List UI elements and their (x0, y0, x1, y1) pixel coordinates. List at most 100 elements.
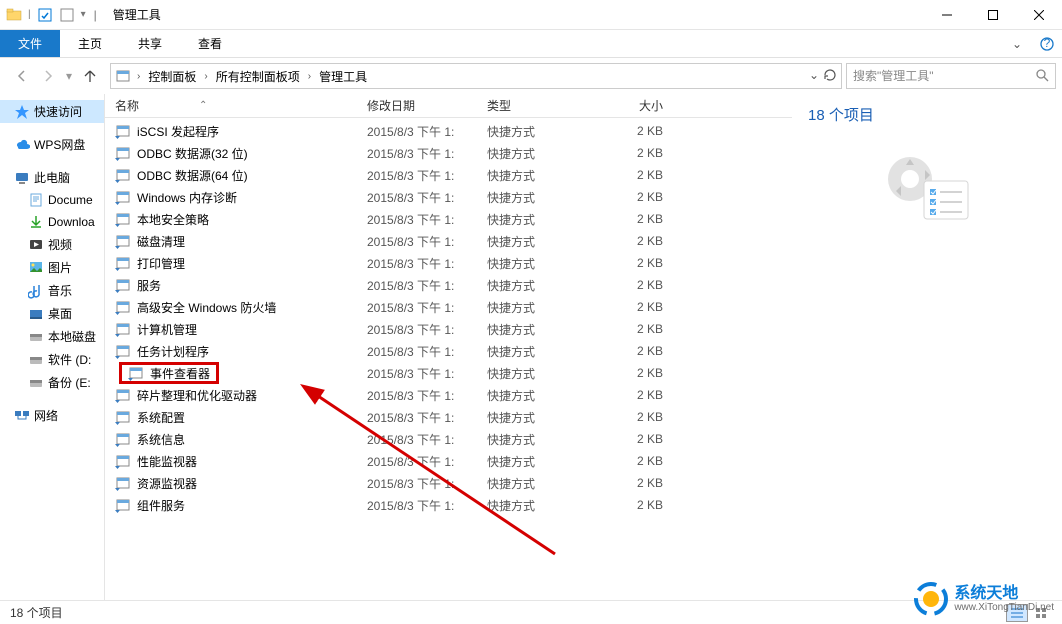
shortcut-icon (115, 145, 131, 161)
sidebar-item-label: 软件 (D: (48, 351, 91, 368)
address-bar[interactable]: › 控制面板 › 所有控制面板项 › 管理工具 ⌄ (110, 63, 842, 89)
file-row[interactable]: 任务计划程序2015/8/3 下午 1:快捷方式2 KB (105, 340, 792, 362)
file-row[interactable]: 组件服务2015/8/3 下午 1:快捷方式2 KB (105, 494, 792, 516)
file-row[interactable]: 计算机管理2015/8/3 下午 1:快捷方式2 KB (105, 318, 792, 340)
file-date: 2015/8/3 下午 1: (363, 343, 483, 360)
search-icon[interactable] (1035, 68, 1049, 85)
sidebar-item-label: Downloa (48, 215, 95, 229)
window-title: 管理工具 (113, 6, 161, 23)
file-type: 快捷方式 (483, 211, 603, 228)
sidebar-network[interactable]: 网络 (0, 404, 104, 427)
file-row[interactable]: 磁盘清理2015/8/3 下午 1:快捷方式2 KB (105, 230, 792, 252)
file-row[interactable]: 系统配置2015/8/3 下午 1:快捷方式2 KB (105, 406, 792, 428)
crumb-sep-icon[interactable]: › (202, 71, 209, 82)
file-size: 2 KB (603, 454, 673, 468)
network-icon (14, 408, 30, 424)
ribbon-file-tab[interactable]: 文件 (0, 30, 60, 57)
file-date: 2015/8/3 下午 1: (363, 387, 483, 404)
folder-icon (28, 214, 44, 230)
file-row[interactable]: 打印管理2015/8/3 下午 1:快捷方式2 KB (105, 252, 792, 274)
file-row[interactable]: 高级安全 Windows 防火墙2015/8/3 下午 1:快捷方式2 KB (105, 296, 792, 318)
file-date: 2015/8/3 下午 1: (363, 145, 483, 162)
crumb-1[interactable]: 所有控制面板项 (214, 68, 302, 85)
column-header-date[interactable]: 修改日期 (363, 97, 483, 114)
sidebar-item-label: 音乐 (48, 282, 72, 299)
sidebar-this-pc[interactable]: 此电脑 (0, 166, 104, 189)
address-refresh-icon[interactable] (823, 68, 837, 85)
qat-dropdown-icon[interactable] (59, 7, 75, 23)
file-row[interactable]: ODBC 数据源(64 位)2015/8/3 下午 1:快捷方式2 KB (105, 164, 792, 186)
detail-graphic-icon (882, 145, 972, 225)
sidebar-this-pc-child[interactable]: 软件 (D: (0, 348, 104, 371)
file-size: 2 KB (603, 410, 673, 424)
file-date: 2015/8/3 下午 1: (363, 409, 483, 426)
shortcut-icon (115, 233, 131, 249)
ribbon-tab-view[interactable]: 查看 (180, 30, 240, 57)
file-row[interactable]: 本地安全策略2015/8/3 下午 1:快捷方式2 KB (105, 208, 792, 230)
maximize-button[interactable] (970, 0, 1016, 30)
sidebar-this-pc-child[interactable]: Docume (0, 189, 104, 211)
file-row[interactable]: 资源监视器2015/8/3 下午 1:快捷方式2 KB (105, 472, 792, 494)
nav-up-button[interactable] (78, 64, 102, 88)
file-type: 快捷方式 (483, 145, 603, 162)
file-date: 2015/8/3 下午 1: (363, 453, 483, 470)
file-size: 2 KB (603, 498, 673, 512)
file-row[interactable]: Windows 内存诊断2015/8/3 下午 1:快捷方式2 KB (105, 186, 792, 208)
nav-recent-dropdown[interactable]: ▾ (62, 64, 76, 88)
nav-forward-button[interactable] (36, 64, 60, 88)
shortcut-icon (115, 497, 131, 513)
file-row[interactable]: ODBC 数据源(32 位)2015/8/3 下午 1:快捷方式2 KB (105, 142, 792, 164)
search-box[interactable] (846, 63, 1056, 89)
sidebar: 快速访问 WPS网盘 此电脑 Docume Downloa 视频图片音乐桌面本地磁盘… (0, 94, 105, 600)
ribbon-help-icon[interactable]: ? (1032, 30, 1062, 57)
qat-caret-icon[interactable]: ▾ (81, 9, 86, 20)
qat-explorer-icon[interactable] (6, 7, 22, 23)
file-name: 性能监视器 (137, 453, 197, 470)
column-header-type[interactable]: 类型 (483, 97, 603, 114)
file-date: 2015/8/3 下午 1: (363, 167, 483, 184)
close-button[interactable] (1016, 0, 1062, 30)
file-row[interactable]: 碎片整理和优化驱动器2015/8/3 下午 1:快捷方式2 KB (105, 384, 792, 406)
folder-icon (28, 237, 44, 253)
file-row[interactable]: 服务2015/8/3 下午 1:快捷方式2 KB (105, 274, 792, 296)
sidebar-this-pc-child[interactable]: 备份 (E: (0, 371, 104, 394)
ribbon-collapse-icon[interactable]: ⌄ (1002, 30, 1032, 57)
crumb-2[interactable]: 管理工具 (317, 68, 369, 85)
sidebar-this-pc-child[interactable]: 音乐 (0, 279, 104, 302)
file-name: ODBC 数据源(64 位) (137, 167, 248, 184)
sidebar-this-pc-child[interactable]: 图片 (0, 256, 104, 279)
file-date: 2015/8/3 下午 1: (363, 299, 483, 316)
search-input[interactable] (853, 69, 1035, 83)
shortcut-icon (115, 299, 131, 315)
qat-properties-icon[interactable] (37, 7, 53, 23)
crumb-0[interactable]: 控制面板 (146, 68, 198, 85)
ribbon-tab-home[interactable]: 主页 (60, 30, 120, 57)
crumb-sep-icon[interactable]: › (135, 71, 142, 82)
file-row[interactable]: 系统信息2015/8/3 下午 1:快捷方式2 KB (105, 428, 792, 450)
crumb-sep-icon[interactable]: › (306, 71, 313, 82)
svg-text:?: ? (1044, 37, 1051, 50)
file-date: 2015/8/3 下午 1: (363, 321, 483, 338)
nav-back-button[interactable] (10, 64, 34, 88)
sidebar-wps[interactable]: WPS网盘 (0, 133, 104, 156)
file-row[interactable]: 性能监视器2015/8/3 下午 1:快捷方式2 KB (105, 450, 792, 472)
shortcut-icon (115, 167, 131, 183)
file-date: 2015/8/3 下午 1: (363, 123, 483, 140)
file-row[interactable]: iSCSI 发起程序2015/8/3 下午 1:快捷方式2 KB (105, 120, 792, 142)
column-header-name[interactable]: 名称⌃ (105, 97, 363, 114)
file-size: 2 KB (603, 300, 673, 314)
sidebar-this-pc-child[interactable]: Downloa (0, 211, 104, 233)
address-dropdown-icon[interactable]: ⌄ (809, 68, 819, 85)
file-type: 快捷方式 (483, 497, 603, 514)
file-name: 组件服务 (137, 497, 185, 514)
column-header-size[interactable]: 大小 (603, 97, 673, 114)
file-row[interactable]: 事件查看器2015/8/3 下午 1:快捷方式2 KB (105, 362, 792, 384)
ribbon-tab-share[interactable]: 共享 (120, 30, 180, 57)
sidebar-this-pc-child[interactable]: 本地磁盘 (0, 325, 104, 348)
quick-access-icon (14, 104, 30, 120)
sidebar-this-pc-child[interactable]: 桌面 (0, 302, 104, 325)
minimize-button[interactable] (924, 0, 970, 30)
sidebar-quick-access[interactable]: 快速访问 (0, 100, 104, 123)
sidebar-this-pc-child[interactable]: 视频 (0, 233, 104, 256)
folder-icon (28, 375, 44, 391)
